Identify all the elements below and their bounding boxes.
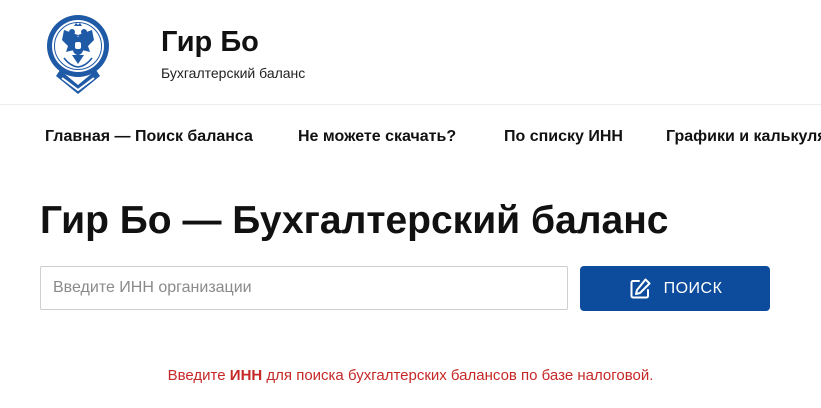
nav-item-charts-calculators[interactable]: Графики и калькуляторы [666,127,821,147]
eagle-emblem-icon [47,15,109,94]
search-button[interactable]: ПОИСК [580,266,770,311]
page: Гир Бо Бухгалтерский баланс Главная — По… [0,0,821,408]
inn-search-input[interactable] [40,266,568,310]
site-title[interactable]: Гир Бо [161,24,259,60]
search-hint: Введите ИНН для поиска бухгалтерских бал… [0,366,821,386]
search-button-label: ПОИСК [663,279,723,297]
nav-item-inn-list[interactable]: По списку ИНН [504,127,623,147]
hint-prefix: Введите [167,367,230,384]
site-subtitle: Бухгалтерский баланс [161,65,306,81]
hint-inn-strong: ИНН [229,367,263,384]
nav-item-cant-download[interactable]: Не можете скачать? [298,127,456,147]
nav-item-home-search[interactable]: Главная — Поиск баланса [45,127,253,147]
page-title: Гир Бо — Бухгалтерский баланс [40,199,669,242]
main-nav: Главная — Поиск баланса Не можете скачат… [0,104,821,166]
hint-suffix: для поиска бухгалтерских балансов по баз… [262,367,654,384]
site-header: Гир Бо Бухгалтерский баланс [0,0,821,105]
emblem-logo[interactable] [46,6,110,98]
edit-icon [628,277,652,301]
